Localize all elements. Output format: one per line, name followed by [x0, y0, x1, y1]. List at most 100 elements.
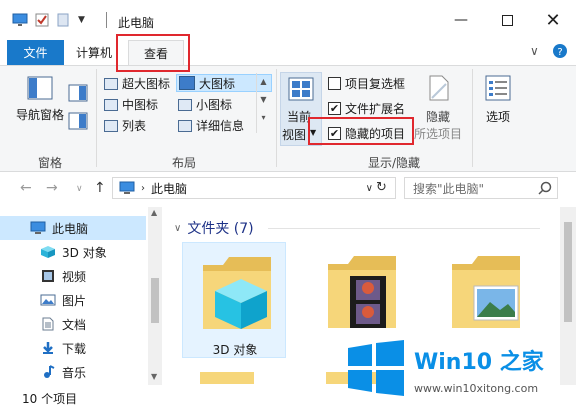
content-scroll-thumb[interactable]: [564, 222, 572, 322]
layout-item-label: 列表: [122, 119, 147, 133]
details-pane-icon[interactable]: [68, 112, 88, 130]
preview-pane-icon[interactable]: [68, 84, 88, 102]
watermark: Win10 之家 www.win10xitong.com: [340, 340, 576, 415]
download-icon: [43, 342, 53, 354]
layout-scroll[interactable]: ▲ ▼ ▾: [256, 73, 270, 133]
forward-arrow-icon[interactable]: →: [46, 180, 58, 196]
quick-access-toolbar: ▼: [12, 13, 85, 27]
layout-item-label: 大图标: [199, 76, 236, 91]
current-view-label-2: 视图: [282, 128, 307, 142]
folder-name: 3D 对象: [212, 343, 258, 357]
layout-list[interactable]: 列表: [104, 117, 146, 134]
chevron-right-icon[interactable]: ›: [141, 183, 145, 194]
chevron-down-icon[interactable]: ▼: [78, 15, 85, 25]
layout-item-label: 中图标: [122, 98, 159, 112]
layout-item-label: 详细信息: [196, 119, 245, 133]
maximize-button[interactable]: [484, 0, 530, 40]
layout-medium-icons[interactable]: 中图标: [104, 96, 158, 113]
pane-group-label: 窗格: [38, 156, 63, 170]
tab-computer[interactable]: 计算机: [70, 40, 118, 65]
item-checkbox-checkbox[interactable]: [328, 77, 341, 90]
sidebar-item-documents[interactable]: 文档: [0, 312, 146, 336]
group-divider: [96, 69, 97, 167]
sidebar-item-pictures[interactable]: 图片: [0, 288, 146, 312]
recent-locations-icon[interactable]: ∨: [76, 184, 83, 194]
folder-3d-objects[interactable]: 3D 对象: [182, 242, 286, 358]
checkbox-label: 项目复选框: [345, 77, 406, 91]
folder-icon: [203, 257, 271, 329]
item-checkbox-toggle[interactable]: 项目复选框: [328, 75, 405, 92]
close-button[interactable]: ✕: [530, 0, 576, 40]
group-divider: [276, 69, 277, 167]
svg-text:?: ?: [557, 47, 562, 58]
maximize-icon: [501, 14, 513, 26]
tab-file[interactable]: 文件: [7, 40, 64, 65]
current-view-icon: [288, 77, 314, 101]
search-input[interactable]: 搜索"此电脑": [404, 177, 558, 199]
checkbox-label: 文件扩展名: [345, 102, 406, 116]
item-count: 10 个项目: [22, 392, 78, 406]
scroll-up-icon[interactable]: ▲: [151, 208, 157, 217]
layout-item-label: 小图标: [196, 98, 233, 112]
layout-details[interactable]: 详细信息: [178, 117, 244, 134]
view-tab-highlight: [116, 34, 190, 72]
refresh-icon[interactable]: ↻: [376, 180, 387, 195]
sidebar-item-label: 视频: [62, 269, 87, 284]
extra-large-icons-icon: [104, 77, 118, 90]
sidebar-item-label: 下载: [62, 341, 87, 356]
options-icon[interactable]: [484, 74, 512, 102]
title-bar: ▼ 此电脑 — ✕: [0, 0, 576, 40]
scroll-down-icon[interactable]: ▼: [151, 372, 157, 381]
hidden-items-highlight: [308, 117, 414, 145]
section-title: 文件夹 (7): [187, 221, 254, 237]
folders-section-header[interactable]: ∨ 文件夹 (7): [174, 218, 254, 238]
small-icons-icon: [178, 98, 192, 111]
layout-extra-large-icons[interactable]: 超大图标: [104, 75, 170, 92]
computer-icon[interactable]: [12, 13, 28, 27]
collapse-ribbon-icon[interactable]: ∨: [530, 44, 539, 58]
address-bar[interactable]: › 此电脑 ∨: [112, 177, 396, 199]
collapse-icon[interactable]: ∨: [174, 223, 181, 234]
new-folder-icon[interactable]: [56, 13, 72, 27]
navigation-pane-button[interactable]: 导航窗格: [14, 76, 66, 123]
group-divider: [472, 69, 473, 167]
chevron-down-icon[interactable]: ∨: [366, 183, 373, 194]
help-icon[interactable]: ?: [552, 43, 568, 59]
sidebar-item-3d-objects[interactable]: 3D 对象: [0, 240, 146, 264]
hide-selected-label-1: 隐藏: [426, 110, 451, 124]
search-icon[interactable]: [538, 181, 552, 195]
navigation-pane-icon: [27, 76, 53, 100]
music-icon: [44, 365, 55, 378]
sidebar-item-label: 3D 对象: [62, 245, 107, 260]
hide-selected-icon[interactable]: [428, 74, 450, 102]
document-icon: [42, 317, 54, 331]
layout-small-icons[interactable]: 小图标: [178, 96, 232, 113]
minimize-button[interactable]: —: [438, 0, 484, 40]
large-icons-icon: [179, 76, 195, 90]
back-arrow-icon[interactable]: ←: [20, 180, 32, 196]
sidebar-scroll-thumb[interactable]: [151, 278, 159, 323]
pc-icon: [119, 181, 135, 194]
title-divider: [106, 12, 107, 28]
pc-icon: [30, 221, 46, 234]
picture-folder-icon: [452, 256, 520, 328]
sidebar-item-videos[interactable]: 视频: [0, 264, 146, 288]
up-arrow-icon[interactable]: ↑: [94, 180, 106, 196]
file-extension-toggle[interactable]: ✔ 文件扩展名: [328, 100, 405, 117]
sidebar-item-this-pc[interactable]: 此电脑: [0, 216, 146, 240]
cube-icon: [41, 246, 55, 258]
properties-icon[interactable]: [34, 13, 50, 27]
section-divider: [268, 228, 540, 229]
sidebar-item-label: 音乐: [62, 365, 87, 380]
sidebar-item-downloads[interactable]: 下载: [0, 336, 146, 360]
video-folder-icon: [328, 256, 396, 328]
file-extension-checkbox[interactable]: ✔: [328, 102, 341, 115]
breadcrumb[interactable]: 此电脑: [151, 180, 187, 197]
search-placeholder: 搜索"此电脑": [413, 181, 485, 196]
watermark-brand: Win10 之家: [414, 350, 544, 375]
details-icon: [178, 119, 192, 132]
options-label[interactable]: 选项: [486, 108, 510, 125]
folder-partial[interactable]: [200, 372, 254, 384]
sidebar-item-music[interactable]: 音乐: [0, 360, 146, 384]
sidebar-item-label: 此电脑: [52, 221, 89, 236]
